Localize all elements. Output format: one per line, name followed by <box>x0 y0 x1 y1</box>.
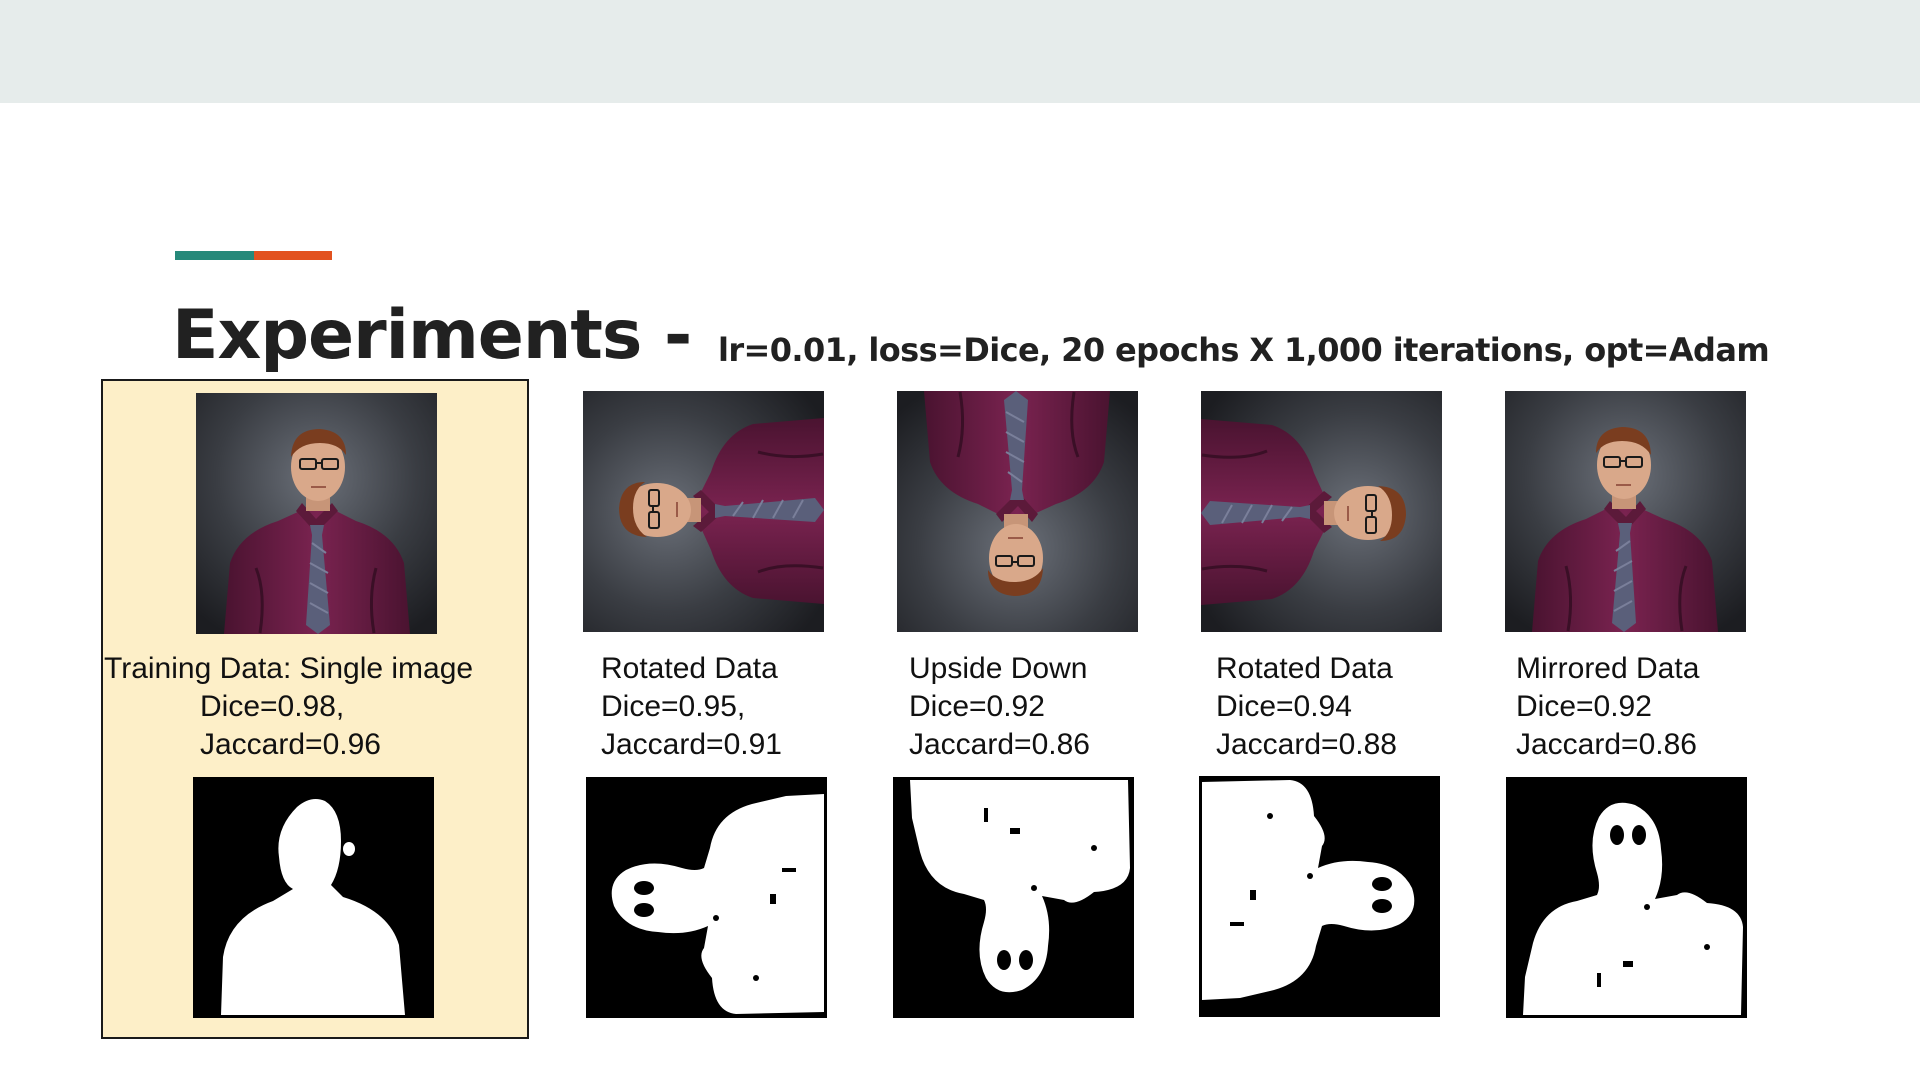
caption-title: Rotated Data <box>601 652 778 685</box>
slide-subtitle: lr=0.01, loss=Dice, 20 epochs X 1,000 it… <box>718 331 1770 369</box>
photo-upside-down <box>897 391 1138 632</box>
caption-training: Training Data: Single image Dice=0.98, J… <box>104 650 473 764</box>
caption-dice: Dice=0.95, <box>601 690 746 723</box>
caption-title: Mirrored Data <box>1516 652 1700 685</box>
photo-mirrored <box>1505 391 1746 632</box>
top-band <box>0 0 1920 103</box>
caption-title: Training Data: Single image <box>104 652 474 685</box>
caption-rotated-1: Rotated Data Dice=0.95, Jaccard=0.91 <box>601 650 782 764</box>
caption-dice: Dice=0.98, <box>200 690 345 723</box>
photo-rotated-1 <box>583 391 824 632</box>
photo-rotated-2 <box>1201 391 1442 632</box>
slide-title: Experiments - <box>172 296 692 375</box>
accent-bar <box>175 251 332 260</box>
caption-dice: Dice=0.92 <box>1516 690 1652 723</box>
caption-jaccard: Jaccard=0.96 <box>200 728 381 761</box>
mask-rotated-2 <box>1199 776 1440 1017</box>
mask-mirrored <box>1506 777 1747 1018</box>
caption-jaccard: Jaccard=0.86 <box>1516 728 1697 761</box>
photo-training <box>196 393 437 634</box>
caption-title: Upside Down <box>909 652 1088 685</box>
mask-rotated-1 <box>586 777 827 1018</box>
caption-upside-down: Upside Down Dice=0.92 Jaccard=0.86 <box>909 650 1090 764</box>
accent-bar-teal <box>175 251 254 260</box>
mask-training <box>193 777 434 1018</box>
caption-dice: Dice=0.92 <box>909 690 1045 723</box>
caption-rotated-2: Rotated Data Dice=0.94 Jaccard=0.88 <box>1216 650 1397 764</box>
caption-dice: Dice=0.94 <box>1216 690 1352 723</box>
caption-jaccard: Jaccard=0.86 <box>909 728 1090 761</box>
caption-mirrored: Mirrored Data Dice=0.92 Jaccard=0.86 <box>1516 650 1699 764</box>
caption-jaccard: Jaccard=0.91 <box>601 728 782 761</box>
accent-bar-orange <box>254 251 332 260</box>
mask-upside-down <box>893 777 1134 1018</box>
caption-title: Rotated Data <box>1216 652 1393 685</box>
caption-jaccard: Jaccard=0.88 <box>1216 728 1397 761</box>
